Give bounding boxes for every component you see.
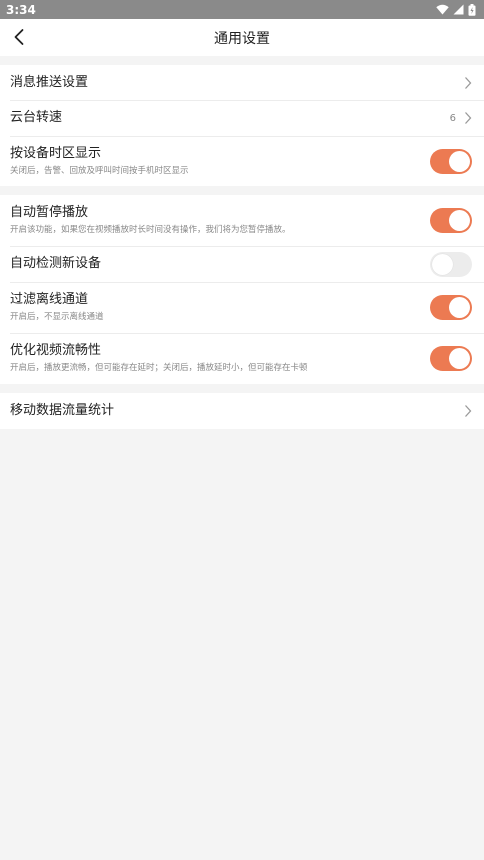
filter-offline-channels-toggle[interactable] bbox=[430, 295, 472, 320]
section-gap bbox=[0, 56, 484, 65]
toggle-knob bbox=[449, 150, 470, 172]
row-subtitle: 开启后，播放更流畅，但可能存在延时；关闭后，播放延时小，但可能存在卡顿 bbox=[10, 363, 308, 373]
chevron-right-icon bbox=[465, 405, 472, 417]
section-gap bbox=[0, 384, 484, 393]
optimize-video-smoothness-toggle[interactable] bbox=[430, 346, 472, 371]
wifi-icon bbox=[436, 4, 449, 15]
row-title: 自动暂停播放 bbox=[10, 205, 89, 220]
message-push-settings-row[interactable]: 消息推送设置 bbox=[0, 65, 484, 100]
back-arrow-icon bbox=[14, 29, 24, 45]
ptz-speed-row[interactable]: 云台转速 6 bbox=[0, 100, 484, 136]
toggle-knob bbox=[449, 210, 470, 231]
title-bar: 通用设置 bbox=[0, 19, 484, 56]
battery-icon bbox=[468, 3, 476, 16]
auto-detect-device-row: 自动检测新设备 bbox=[0, 246, 484, 282]
settings-group-2: 自动暂停播放 开启该功能，如果您在视频播放时长时间没有操作，我们将为您暂停播放。… bbox=[0, 195, 484, 384]
filter-offline-channels-row: 过滤离线通道 开启后，不显示离线通道 bbox=[0, 282, 484, 333]
section-gap bbox=[0, 186, 484, 195]
row-title: 自动检测新设备 bbox=[10, 256, 102, 271]
device-timezone-row: 按设备时区显示 关闭后，告警、回放及呼叫时间按手机时区显示 bbox=[0, 136, 484, 186]
auto-pause-toggle[interactable] bbox=[430, 208, 472, 233]
mobile-data-usage-row[interactable]: 移动数据流量统计 bbox=[0, 393, 484, 429]
ptz-speed-value: 6 bbox=[449, 112, 456, 124]
optimize-video-smoothness-row: 优化视频流畅性 开启后，播放更流畅，但可能存在延时；关闭后，播放延时小，但可能存… bbox=[0, 333, 484, 384]
toggle-knob bbox=[449, 297, 470, 318]
status-time: 3:34 bbox=[6, 2, 36, 17]
row-title: 移动数据流量统计 bbox=[10, 403, 115, 418]
chevron-right-icon bbox=[465, 76, 472, 89]
toggle-knob bbox=[449, 348, 470, 369]
toggle-knob bbox=[432, 253, 453, 275]
row-title: 优化视频流畅性 bbox=[10, 343, 102, 358]
row-subtitle: 关闭后，告警、回放及呼叫时间按手机时区显示 bbox=[10, 165, 189, 176]
settings-group-3: 移动数据流量统计 bbox=[0, 393, 484, 429]
row-title: 过滤离线通道 bbox=[10, 292, 89, 307]
status-icons bbox=[436, 3, 476, 16]
row-title: 消息推送设置 bbox=[10, 74, 89, 90]
row-subtitle: 开启后，不显示离线通道 bbox=[10, 312, 104, 322]
row-title: 云台转速 bbox=[10, 110, 63, 125]
auto-detect-device-toggle[interactable] bbox=[430, 251, 472, 277]
row-subtitle: 开启该功能，如果您在视频播放时长时间没有操作，我们将为您暂停播放。 bbox=[10, 225, 291, 235]
status-bar: 3:34 bbox=[0, 0, 484, 19]
chevron-right-icon bbox=[465, 112, 472, 124]
row-title: 按设备时区显示 bbox=[10, 145, 102, 161]
device-timezone-toggle[interactable] bbox=[430, 148, 472, 174]
cellular-signal-icon bbox=[453, 4, 464, 15]
auto-pause-row: 自动暂停播放 开启该功能，如果您在视频播放时长时间没有操作，我们将为您暂停播放。 bbox=[0, 195, 484, 246]
page-title: 通用设置 bbox=[214, 30, 270, 47]
back-button[interactable] bbox=[6, 24, 32, 50]
settings-group-1: 消息推送设置 云台转速 6 按设备时区显示 关闭后，告警、回放及呼叫时间按手机时… bbox=[0, 65, 484, 186]
